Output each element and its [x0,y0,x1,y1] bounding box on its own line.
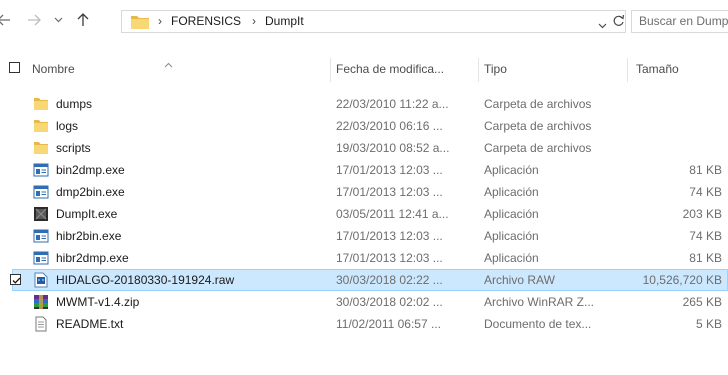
file-date: 30/03/2018 02:02 ... [336,295,443,309]
column-size[interactable]: Tamaño [636,62,679,76]
column-date[interactable]: Fecha de modifica... [336,62,444,76]
file-type: Aplicación [484,229,539,243]
address-bar[interactable]: › FORENSICS › DumpIt [121,10,626,33]
exe-icon [33,184,49,200]
select-all-checkbox[interactable] [9,62,20,73]
dumpit-icon [33,206,49,222]
file-row[interactable]: HIDALGO-20180330-191924.raw 30/03/2018 02… [0,269,728,291]
search-box[interactable] [631,10,728,33]
file-name: hibr2dmp.exe [56,251,129,265]
text-file-icon [33,316,49,332]
column-divider[interactable] [478,58,479,82]
back-button[interactable] [0,12,12,28]
file-type: Carpeta de archivos [484,141,592,155]
file-date: 17/01/2013 12:03 ... [336,185,443,199]
column-divider[interactable] [627,58,628,82]
column-header-row: Nombre Fecha de modifica... Tipo Tamaño [0,52,728,86]
file-type: Aplicación [484,251,539,265]
checkmark-icon [12,277,21,284]
sort-ascending-icon [164,57,173,71]
file-date: 19/03/2010 08:52 a... [336,141,450,155]
file-size: 5 KB [695,317,722,331]
folder-icon [130,13,150,33]
exe-icon [33,250,49,266]
file-date: 17/01/2013 12:03 ... [336,229,443,243]
file-size: 74 KB [689,185,722,199]
chevron-down-icon [598,23,607,29]
file-date: 17/01/2013 12:03 ... [336,163,443,177]
folder-icon [33,118,49,134]
refresh-button[interactable] [612,13,625,31]
file-name: dmp2bin.exe [56,185,125,199]
file-date: 03/05/2011 12:41 a... [336,207,449,221]
file-row[interactable]: bin2dmp.exe 17/01/2013 12:03 ... Aplicació… [0,159,728,181]
file-name: dumps [56,97,93,111]
arrow-up-icon [77,13,89,27]
up-button[interactable] [75,12,91,28]
file-name: bin2dmp.exe [56,163,125,177]
file-size: 203 KB [682,207,722,221]
file-type: Carpeta de archivos [484,97,592,111]
forward-button[interactable] [26,12,42,28]
file-row[interactable]: logs 22/03/2010 06:16 ... Carpeta de archi… [0,115,728,137]
file-name: logs [56,119,79,133]
file-type: Carpeta de archivos [484,119,592,133]
file-row[interactable]: MWMT-v1.4.zip 30/03/2018 02:02 ... Archivo… [0,291,728,313]
breadcrumb-forensics[interactable]: FORENSICS [169,14,243,28]
raw-file-icon [33,272,49,288]
file-type: Aplicación [484,163,539,177]
file-type: Documento de tex... [484,317,592,331]
chevron-down-icon [54,17,63,23]
breadcrumb-separator: › [252,14,256,28]
exe-icon [33,228,49,244]
file-name: README.txt [56,317,124,331]
file-row[interactable]: dmp2bin.exe 17/01/2013 12:03 ... Aplicació… [0,181,728,203]
file-type: Archivo WinRAR Z... [484,295,595,309]
file-size: 81 KB [689,251,722,265]
winrar-icon [33,294,49,310]
file-row[interactable]: DumpIt.exe 03/05/2011 12:41 a... Aplicació… [0,203,728,225]
search-input[interactable] [639,14,728,28]
file-name: hibr2bin.exe [56,229,122,243]
refresh-icon [613,14,625,26]
file-size: 81 KB [689,163,722,177]
file-row[interactable]: scripts 19/03/2010 08:52 a... Carpeta de a… [0,137,728,159]
file-name: scripts [56,141,91,155]
column-name[interactable]: Nombre [32,62,75,76]
file-date: 17/01/2013 12:03 ... [336,251,443,265]
file-date: 11/02/2011 06:57 ... [336,317,441,331]
file-row[interactable]: hibr2bin.exe 17/01/2013 12:03 ... Aplicaci… [0,225,728,247]
arrow-right-icon [27,14,41,26]
file-type: Aplicación [484,185,539,199]
file-date: 22/03/2010 11:22 a... [336,97,449,111]
column-type[interactable]: Tipo [484,62,507,76]
file-row[interactable]: README.txt 11/02/2011 06:57 ... Documento … [0,313,728,335]
file-size: 265 KB [682,295,722,309]
row-checkbox[interactable] [10,274,21,285]
breadcrumb-dumpit[interactable]: DumpIt [263,14,306,28]
recent-locations-button[interactable] [52,12,64,28]
exe-icon [33,162,49,178]
file-row[interactable]: hibr2dmp.exe 17/01/2013 12:03 ... Aplicaci… [0,247,728,269]
column-divider[interactable] [330,58,331,82]
breadcrumb-separator: › [158,14,162,28]
folder-icon [33,140,49,156]
file-type: Archivo RAW [484,273,555,287]
arrow-left-icon [0,14,11,26]
address-dropdown-button[interactable] [598,18,607,32]
file-list: dumps 22/03/2010 11:22 a... Carpeta de arc… [0,93,728,335]
file-name: MWMT-v1.4.zip [56,295,140,309]
file-name: HIDALGO-20180330-191924.raw [56,273,235,287]
file-date: 22/03/2010 06:16 ... [336,119,443,133]
file-name: DumpIt.exe [56,207,118,221]
file-type: Aplicación [484,207,539,221]
address-toolbar: › FORENSICS › DumpIt [0,0,728,40]
file-size: 74 KB [689,229,722,243]
file-row[interactable]: dumps 22/03/2010 11:22 a... Carpeta de arc… [0,93,728,115]
file-date: 30/03/2018 02:22 ... [336,273,443,287]
file-size: 10,526,720 KB [642,273,722,287]
folder-icon [33,96,49,112]
